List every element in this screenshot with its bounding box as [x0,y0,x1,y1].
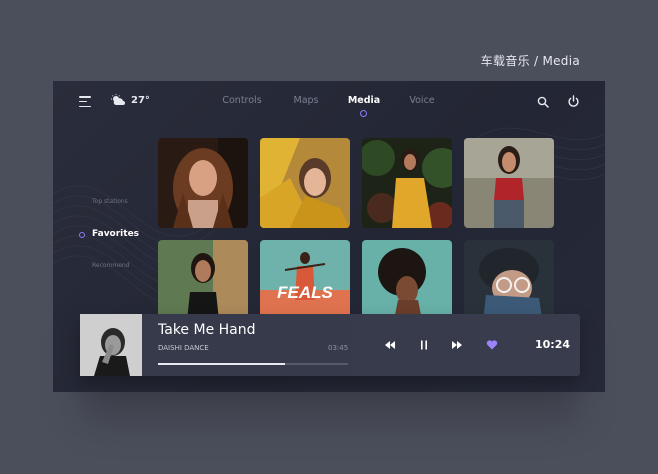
weather-widget: 27° [111,94,150,106]
album-woman-brown-hair [158,138,248,228]
clock: 10:24 [535,338,571,351]
top-bar: 27° Controls Maps Media Voice [53,81,605,123]
tab-media[interactable]: Media [348,95,380,106]
tab-maps[interactable]: Maps [294,95,319,106]
album-tile[interactable] [362,138,452,228]
active-tab-indicator [360,110,367,117]
track-artist: DAISHI DANCE [158,344,209,352]
heart-icon[interactable] [486,339,498,351]
progress-bar[interactable] [158,363,348,365]
album-woman-yellow-shirt [362,138,452,228]
track-title: Take Me Hand [158,322,256,338]
pause-icon[interactable] [418,339,430,351]
album-woman-red-top [464,138,554,228]
now-playing-bar: Take Me Hand DAISHI DANCE 03:45 10:24 [80,314,580,376]
album-tile[interactable] [260,138,350,228]
track-duration: 03:45 [328,344,349,352]
temperature-label: 27° [131,94,150,106]
album-feals-text: FEALS [277,283,333,302]
progress-fill [158,363,286,365]
partly-cloudy-icon [111,94,125,105]
power-icon[interactable] [567,95,580,108]
album-tile[interactable] [464,138,554,228]
tab-controls[interactable]: Controls [222,95,261,106]
album-woman-yellow-top [260,138,350,228]
menu-icon[interactable] [79,96,91,108]
fast-forward-icon[interactable] [451,339,463,351]
album-art-bw-woman [80,314,142,376]
sidebar-item-favorites[interactable]: Favorites [92,229,139,239]
sidebar-item-top-stations[interactable]: Top stations [92,198,128,205]
sidebar-item-recommend[interactable]: Recommend [92,262,130,269]
sidebar-active-indicator [79,232,85,238]
album-tile[interactable] [158,138,248,228]
tab-voice[interactable]: Voice [409,95,434,106]
rewind-icon[interactable] [384,339,396,351]
search-icon[interactable] [537,96,549,108]
now-playing-artwork[interactable] [80,314,142,376]
page-caption: 车载音乐 / Media [480,54,580,68]
